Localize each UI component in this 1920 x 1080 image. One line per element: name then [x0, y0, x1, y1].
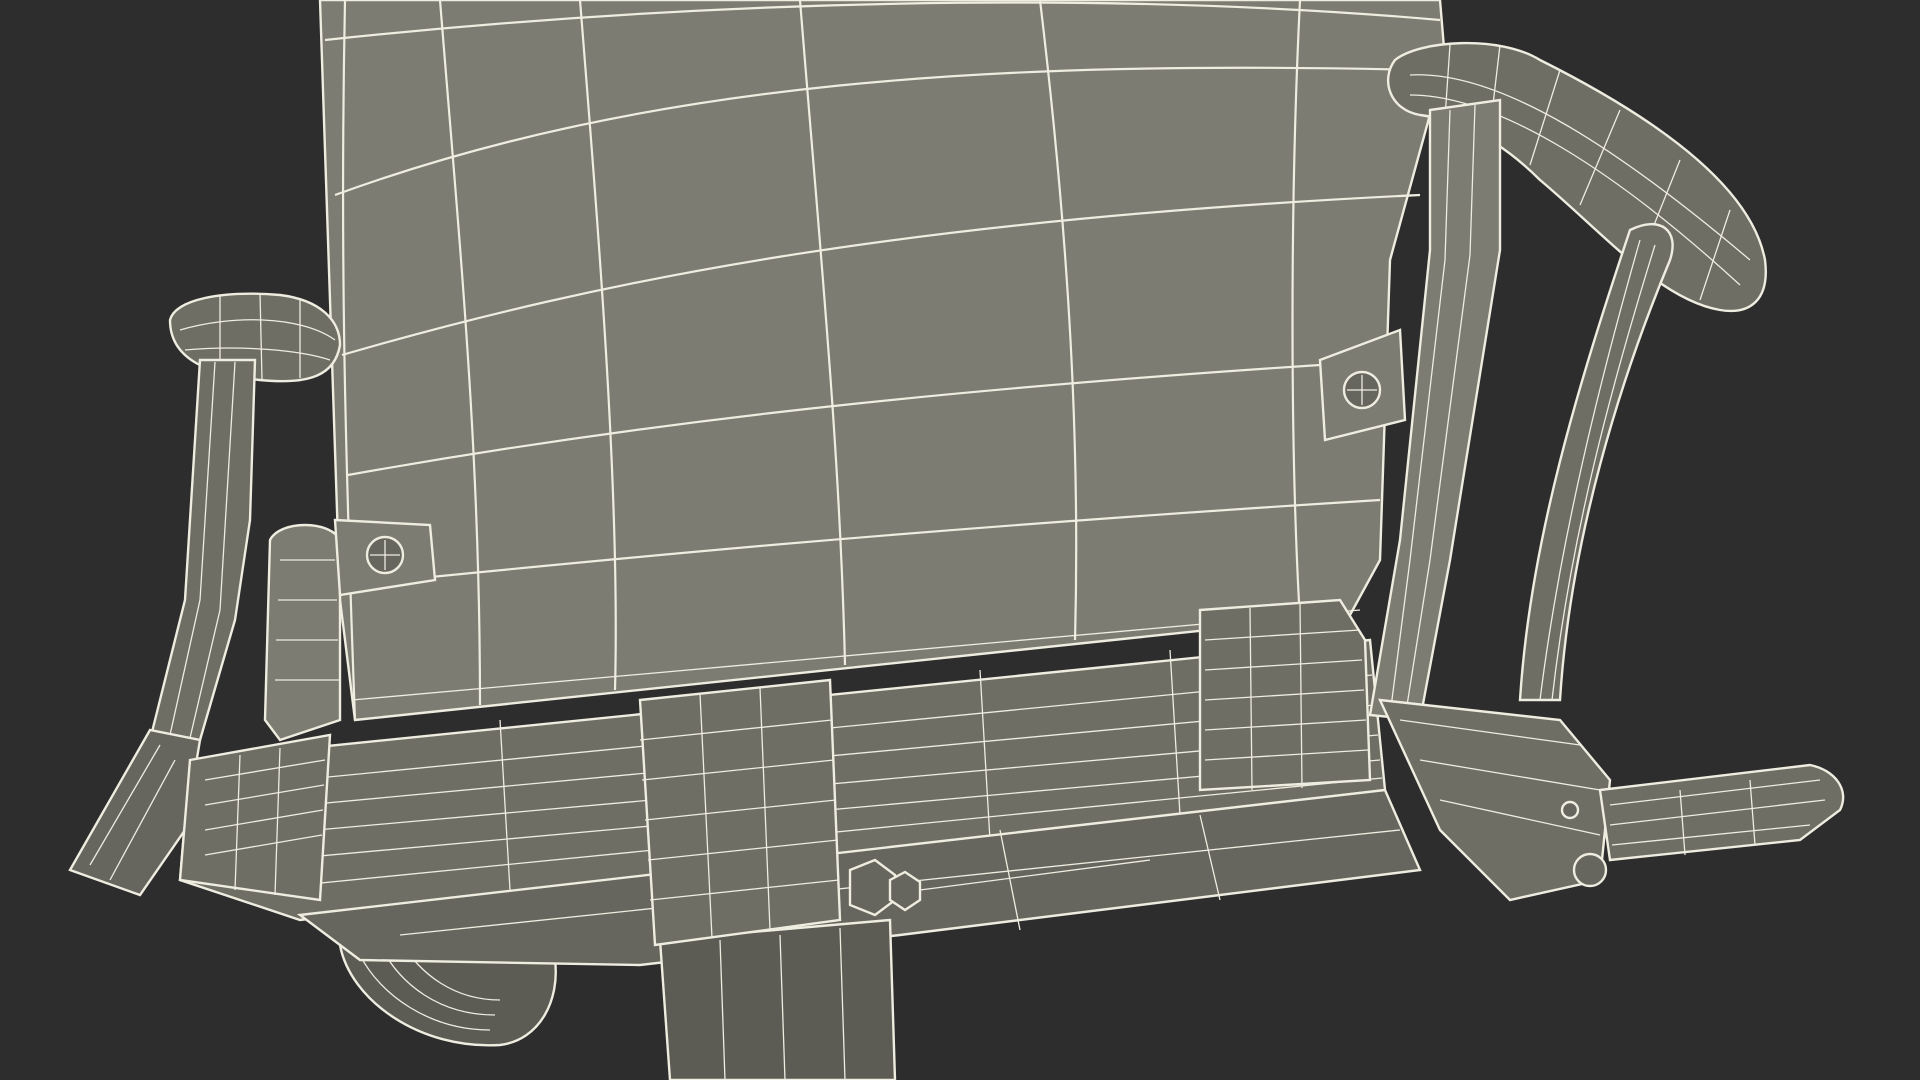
chair-wireframe-render	[0, 0, 1920, 1080]
left-seat-corner	[178, 733, 332, 902]
right-seat-corner	[1198, 598, 1372, 792]
center-post	[658, 918, 897, 1080]
center-mechanism	[638, 678, 842, 947]
